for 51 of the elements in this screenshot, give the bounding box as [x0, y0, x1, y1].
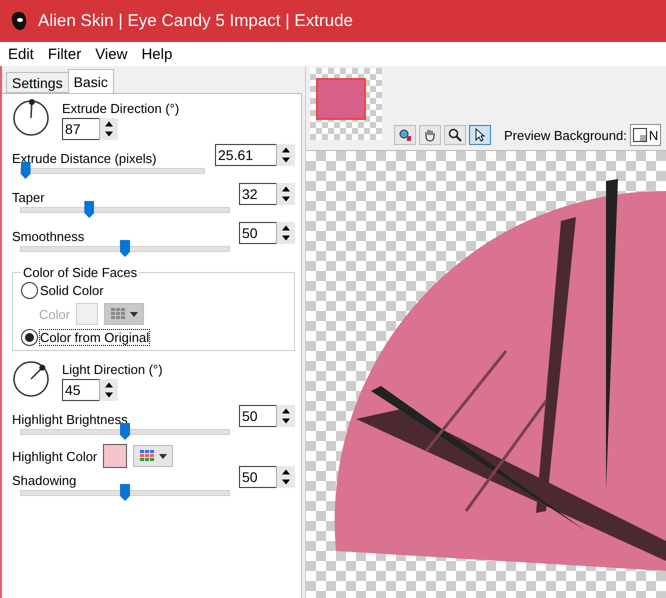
color-picker-button[interactable]	[104, 303, 144, 325]
extrude-direction-label: Extrude Direction (°)	[62, 101, 180, 116]
cursor-icon	[475, 128, 485, 142]
radio-option[interactable]: Solid Color	[21, 282, 286, 299]
slider-label: Taper	[12, 190, 45, 205]
checker-icon	[632, 128, 647, 142]
alien-head-icon	[10, 11, 28, 31]
preview-background-label: Preview Background:	[504, 128, 627, 142]
thumbnail-preview[interactable]	[310, 68, 382, 140]
slider-label: Smoothness	[12, 229, 84, 244]
hand-tool-button[interactable]	[419, 125, 441, 145]
window-title: Alien Skin | Eye Candy 5 Impact | Extrude	[38, 11, 353, 31]
hand-icon	[423, 128, 437, 142]
background-dropdown[interactable]: N	[630, 124, 662, 146]
number-field[interactable]: 45	[62, 379, 99, 401]
slider-thumb[interactable]	[84, 201, 94, 218]
caret-icon	[159, 454, 168, 458]
pointer-tool-button[interactable]	[469, 125, 491, 145]
radio-option[interactable]: Color from Original	[21, 329, 286, 346]
color-label: Color	[39, 306, 70, 322]
slider-label: Extrude Distance (pixels)	[12, 151, 156, 166]
number-field[interactable]: 50	[239, 222, 276, 244]
color-grid-icon	[110, 307, 126, 321]
slider-label: Shadowing	[12, 473, 76, 488]
number-field[interactable]: 50	[239, 466, 276, 488]
slider-thumb[interactable]	[120, 240, 130, 257]
menu-item[interactable]: Edit	[8, 46, 34, 62]
slider-thumb[interactable]	[20, 162, 31, 179]
menu-item[interactable]: Filter	[48, 46, 82, 62]
highlight-color-label: Highlight Color	[12, 448, 98, 464]
menu-item[interactable]: View	[95, 46, 128, 62]
tab[interactable]: Basic	[68, 69, 114, 93]
search-icon	[448, 128, 462, 142]
color-grid-icon	[139, 449, 156, 463]
menu-item[interactable]: Help	[141, 46, 172, 62]
number-field[interactable]: 50	[239, 405, 276, 427]
slider-label: Highlight Brightness	[12, 412, 128, 427]
caret-icon	[130, 312, 138, 316]
zoom-tool-button[interactable]	[444, 125, 466, 145]
slider-thumb[interactable]	[120, 484, 130, 501]
tab[interactable]: Settings	[6, 72, 69, 93]
number-field[interactable]: 87	[62, 118, 99, 140]
radio-button[interactable]	[21, 282, 38, 299]
number-field[interactable]: 32	[239, 183, 276, 205]
number-field[interactable]: 25.61	[215, 144, 276, 166]
compare-tool-button[interactable]	[394, 125, 416, 145]
group-title: Color of Side Faces	[22, 265, 138, 280]
radio-button[interactable]	[21, 329, 38, 346]
color-swatch[interactable]	[103, 444, 128, 468]
color-picker-button[interactable]	[133, 445, 174, 467]
light-direction-label: Light Direction (°)	[62, 362, 163, 377]
